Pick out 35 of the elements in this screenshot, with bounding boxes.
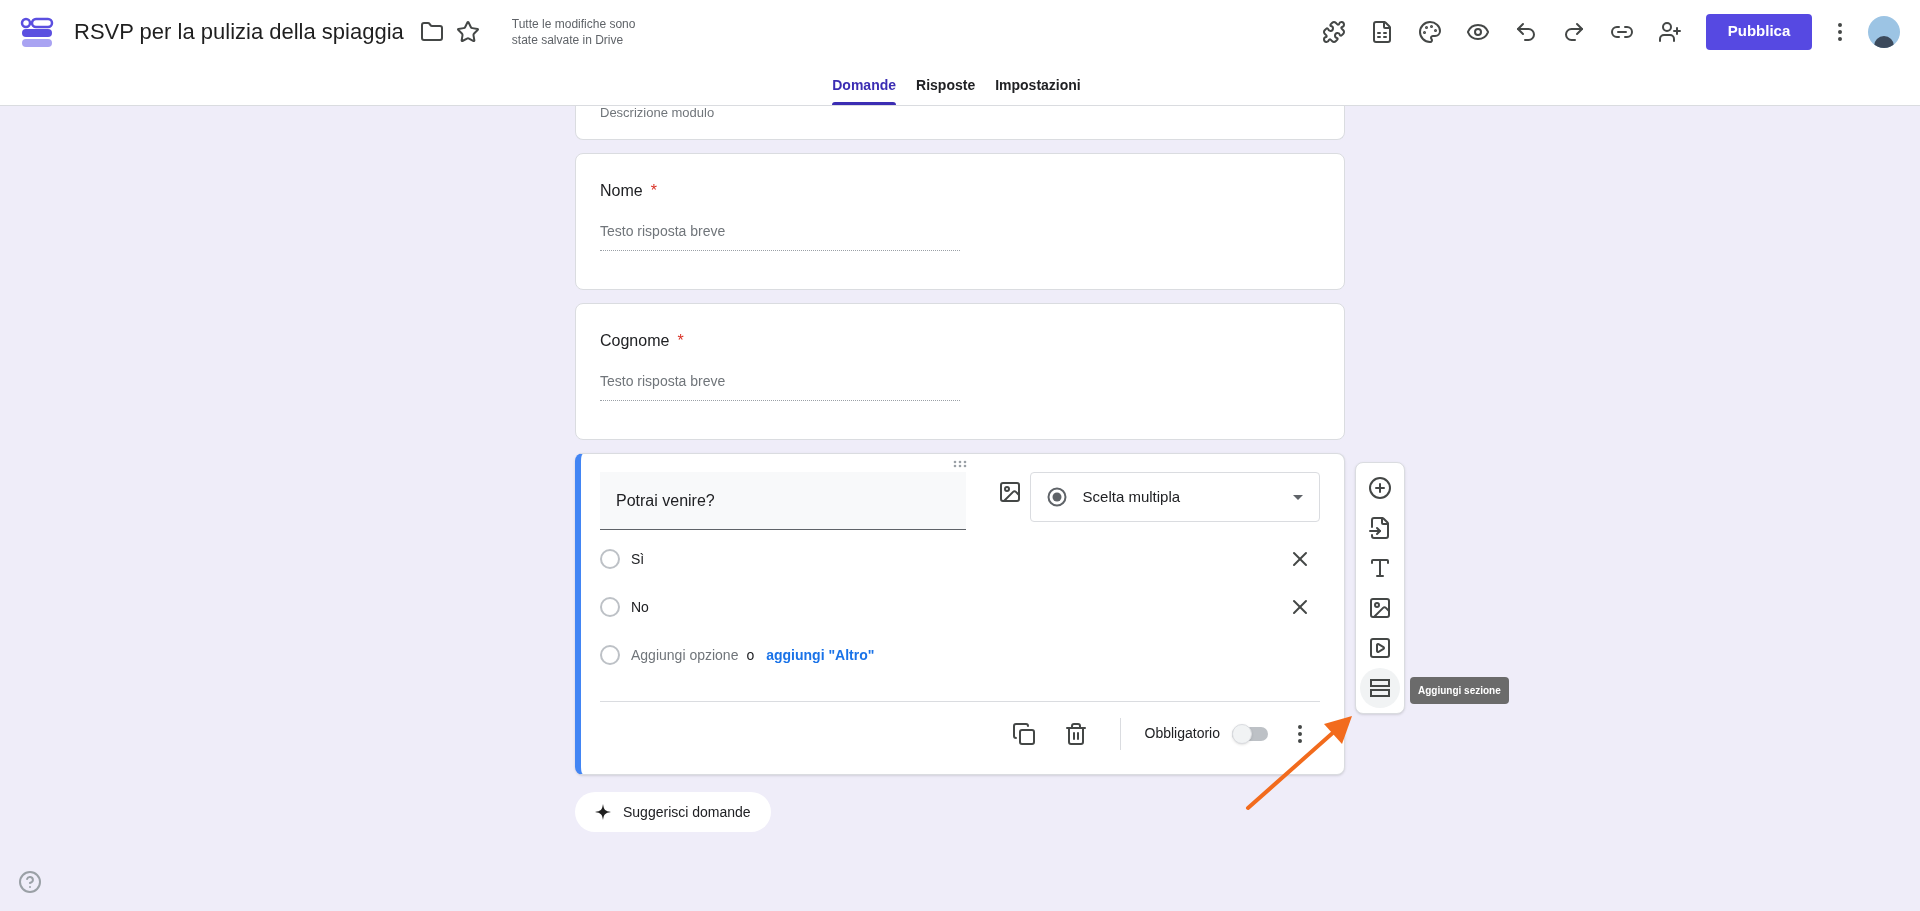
add-option-field[interactable]: Aggiungi opzione [631,644,739,666]
short-answer-field: Testo risposta breve [600,221,960,251]
form-title[interactable]: RSVP per la pulizia della spiaggia [74,15,404,49]
drag-handle-icon[interactable] [952,460,968,468]
avatar[interactable] [1868,15,1900,48]
radio-icon [1046,487,1067,507]
dropdown-caret-icon [1293,494,1303,500]
save-status: Tutte le modifiche sono state salvate in Drive [511,15,637,48]
folder-icon[interactable] [419,19,444,44]
radio-outline-icon [600,645,620,665]
short-answer-field: Testo risposta breve [600,371,960,401]
tab[interactable]: Impostazioni [987,63,1089,105]
tab[interactable]: Risposte [908,63,984,105]
required-mark: * [650,181,657,201]
option-label[interactable]: No [631,596,1280,618]
section-icon[interactable] [1360,668,1400,708]
radio-button[interactable] [600,597,620,617]
add-other-link[interactable]: aggiungi "Altro" [766,644,875,666]
sparkle-icon [595,804,611,820]
question-type-dropdown[interactable]: Scelta multipla [1029,472,1320,522]
required-label: Obbligatorio [1144,724,1220,743]
option-label[interactable]: Sì [631,548,1280,570]
suggest-questions-button[interactable]: Suggerisci domande [575,792,771,832]
question-title-field[interactable]: Potrai venire? [600,472,966,530]
publish-button[interactable]: Pubblica [1706,13,1812,50]
tooltip: Aggiungi sezione [1410,677,1509,704]
required-mark: * [677,331,684,351]
star-icon[interactable] [455,19,480,44]
tab[interactable]: Domande [824,63,905,105]
or-text: o [746,645,755,665]
form-description[interactable]: Descrizione modulo [600,106,715,120]
question-title: Nome [600,181,643,201]
radio-button[interactable] [600,549,620,569]
required-toggle[interactable] [1232,726,1268,741]
question-title: Cognome [600,331,670,351]
